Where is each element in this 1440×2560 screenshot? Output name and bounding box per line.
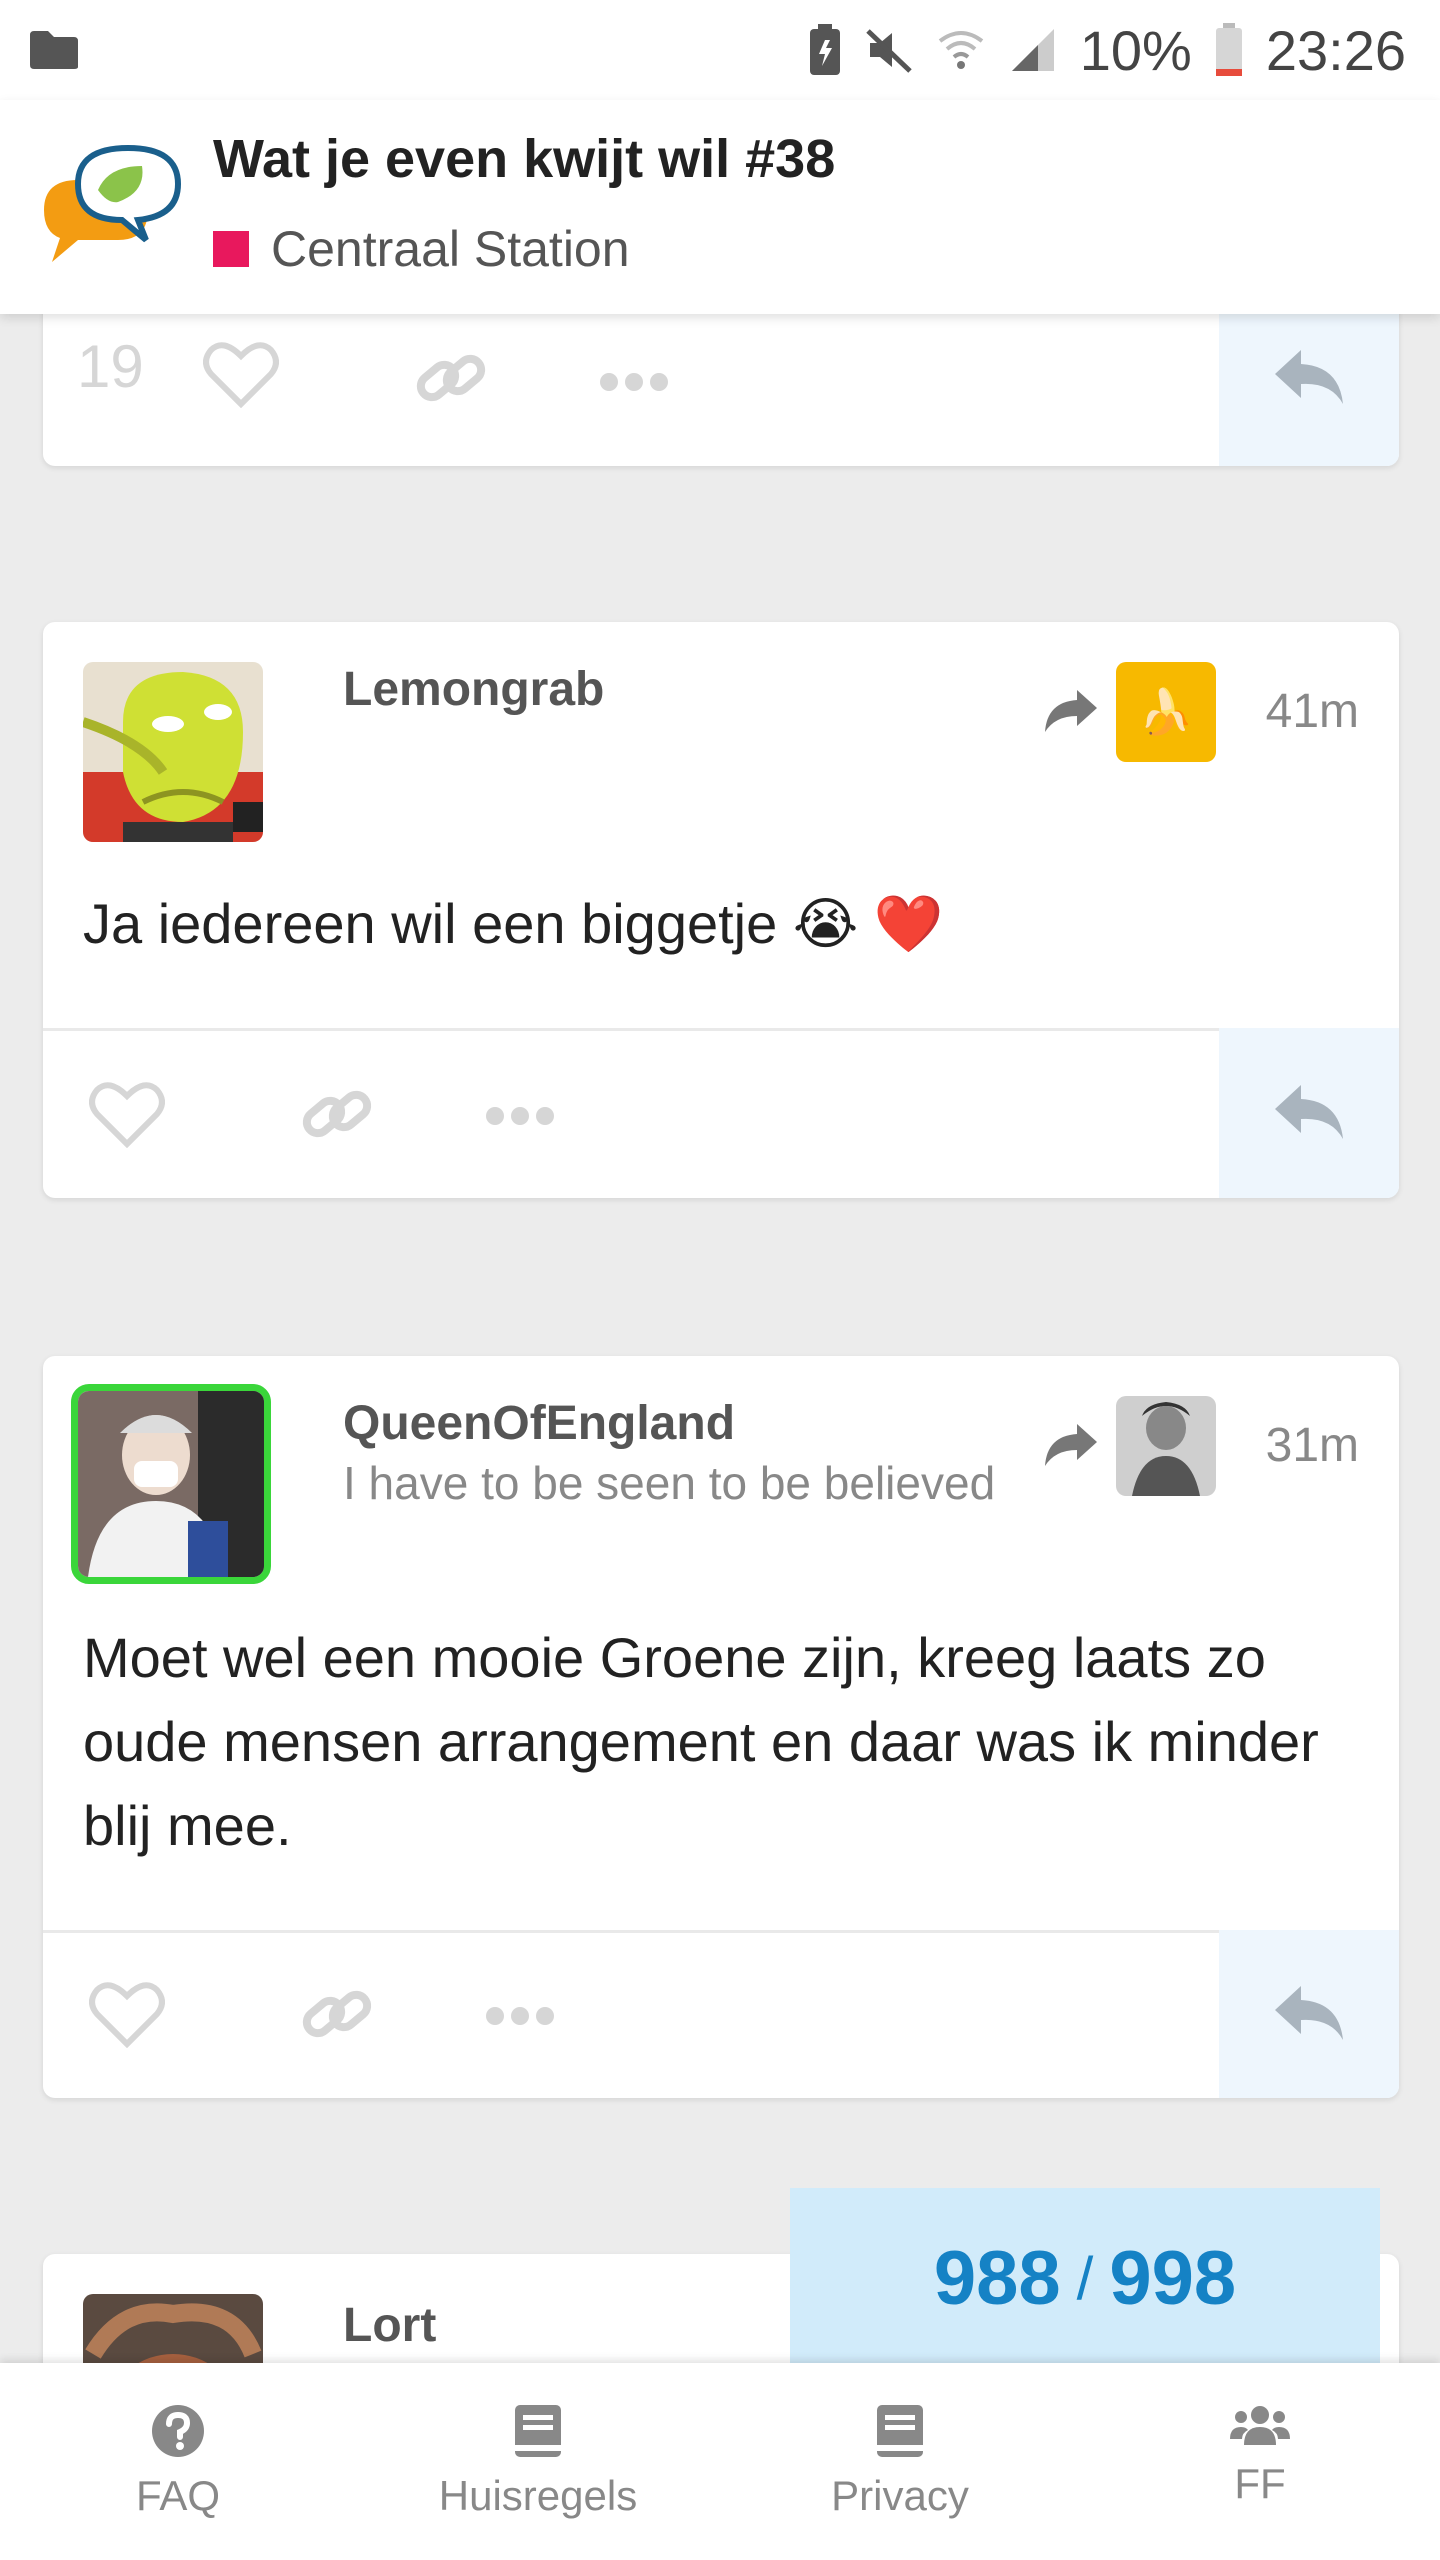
- reply-icon: [1273, 346, 1345, 411]
- topic-header: Wat je even kwijt wil #38 Centraal Stati…: [0, 100, 1440, 314]
- topic-progress[interactable]: 988 / 998: [790, 2188, 1380, 2368]
- progress-separator: /: [1076, 2244, 1094, 2312]
- post-actions: 19: [43, 290, 1399, 466]
- book-icon: [875, 2403, 925, 2464]
- more-icon[interactable]: [485, 1106, 555, 1126]
- nav-label: FF: [1234, 2460, 1286, 2507]
- status-bar: 10% 23:26: [0, 0, 1440, 100]
- avatar[interactable]: [71, 1384, 271, 1584]
- reply-button[interactable]: [1219, 290, 1399, 466]
- like-count[interactable]: 19: [77, 332, 144, 401]
- post-card: QueenOfEngland I have to be seen to be b…: [43, 1356, 1399, 2098]
- username[interactable]: Lort: [343, 2298, 436, 2353]
- username[interactable]: Lemongrab: [343, 662, 604, 717]
- reply-icon: [1273, 1982, 1345, 2047]
- post-time[interactable]: 31m: [1266, 1418, 1359, 1473]
- category-color-swatch: [213, 231, 249, 267]
- post-time[interactable]: 41m: [1266, 684, 1359, 739]
- post-actions: [43, 1028, 1399, 1198]
- folder-icon: [28, 29, 80, 71]
- post-card: Lemongrab 🍌 41m Ja iedereen wil een bigg…: [43, 622, 1399, 1198]
- bottom-nav: FAQ Huisregels Privacy FF: [0, 2363, 1440, 2560]
- book-icon: [513, 2403, 563, 2464]
- nav-item-ff[interactable]: FF: [1110, 2403, 1410, 2508]
- reply-to-arrow-icon: [1043, 1422, 1099, 1473]
- nav-item-faq[interactable]: FAQ: [28, 2403, 328, 2520]
- more-icon[interactable]: [485, 2006, 555, 2026]
- reply-to-avatar[interactable]: 🍌: [1116, 662, 1216, 762]
- wifi-icon: [936, 25, 986, 75]
- category-name: Centraal Station: [271, 221, 630, 277]
- battery-icon: [1214, 23, 1244, 77]
- reply-button[interactable]: [1219, 1028, 1399, 1198]
- topic-title[interactable]: Wat je even kwijt wil #38: [213, 128, 835, 190]
- link-icon[interactable]: [299, 1080, 375, 1150]
- battery-saver-icon: [808, 24, 842, 76]
- heart-icon[interactable]: [203, 340, 279, 408]
- signal-icon: [1008, 25, 1058, 75]
- banana-icon: 🍌: [1138, 688, 1194, 737]
- user-title: I have to be seen to be believed: [343, 1457, 996, 1509]
- reply-button[interactable]: [1219, 1930, 1399, 2098]
- link-icon[interactable]: [299, 1980, 375, 2050]
- divider: [43, 1028, 1399, 1031]
- question-circle-icon: [150, 2403, 206, 2464]
- nav-label: Privacy: [831, 2472, 969, 2519]
- heart-icon[interactable]: [89, 1980, 165, 2048]
- post-body: Moet wel een mooie Groene zijn, kreeg la…: [83, 1626, 1319, 1857]
- nav-item-privacy[interactable]: Privacy: [750, 2403, 1050, 2520]
- more-icon[interactable]: [599, 372, 669, 392]
- post-card: 19: [43, 290, 1399, 466]
- reply-icon: [1273, 1081, 1345, 1146]
- nav-item-huisregels[interactable]: Huisregels: [388, 2403, 688, 2520]
- reply-to-avatar[interactable]: [1116, 1396, 1216, 1496]
- progress-current: 988: [933, 2235, 1061, 2321]
- post-actions: [43, 1930, 1399, 2098]
- nav-label: Huisregels: [438, 2472, 638, 2519]
- battery-percent: 10%: [1079, 18, 1192, 82]
- avatar[interactable]: [83, 662, 263, 842]
- users-icon: [1230, 2403, 1290, 2452]
- site-logo[interactable]: [38, 140, 188, 270]
- progress-total: 998: [1109, 2235, 1237, 2321]
- divider: [43, 1930, 1399, 1933]
- reply-to-arrow-icon: [1043, 688, 1099, 739]
- mute-icon: [864, 25, 914, 75]
- clock: 23:26: [1265, 18, 1406, 82]
- nav-label: FAQ: [135, 2472, 221, 2519]
- category-badge[interactable]: Centraal Station: [213, 220, 630, 278]
- link-icon[interactable]: [413, 344, 489, 414]
- heart-icon[interactable]: [89, 1080, 165, 1148]
- username[interactable]: QueenOfEngland: [343, 1396, 735, 1451]
- post-body: Ja iedereen wil een biggetje 😭 ❤️: [83, 892, 944, 955]
